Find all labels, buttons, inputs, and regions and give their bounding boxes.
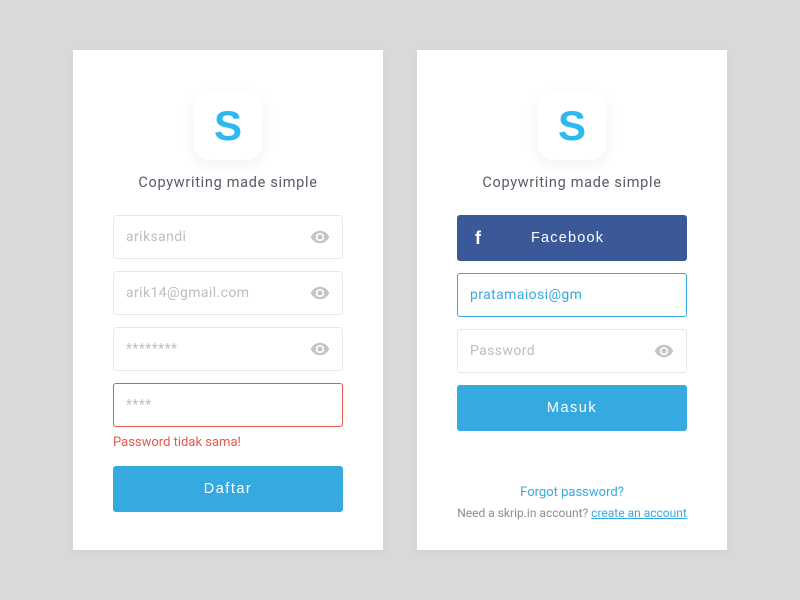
- tagline: Copywriting made simple: [482, 174, 661, 191]
- login-password-placeholder: Password: [470, 343, 654, 359]
- eye-icon[interactable]: [310, 339, 330, 359]
- facebook-label: Facebook: [466, 230, 669, 246]
- email-value: arik14@gmail.com: [126, 285, 310, 301]
- signup-prompt-text: Need a skrip.in account?: [457, 506, 591, 520]
- confirm-password-value: ****: [126, 397, 330, 413]
- signup-card: S Copywriting made simple ariksandi arik…: [73, 50, 383, 550]
- username-field[interactable]: ariksandi: [113, 215, 343, 259]
- facebook-login-button[interactable]: f Facebook: [457, 215, 687, 261]
- eye-icon[interactable]: [654, 341, 674, 361]
- login-email-value: pratamaiosi@gm: [470, 287, 674, 303]
- email-field[interactable]: arik14@gmail.com: [113, 271, 343, 315]
- app-logo: S: [538, 92, 606, 160]
- password-value: ********: [126, 341, 310, 357]
- login-email-field[interactable]: pratamaiosi@gm: [457, 273, 687, 317]
- username-value: ariksandi: [126, 229, 310, 245]
- password-field[interactable]: ********: [113, 327, 343, 371]
- confirm-password-field[interactable]: ****: [113, 383, 343, 427]
- login-button[interactable]: Masuk: [457, 385, 687, 431]
- login-password-field[interactable]: Password: [457, 329, 687, 373]
- forgot-password-link[interactable]: Forgot password?: [520, 485, 624, 500]
- create-account-link[interactable]: create an account: [591, 506, 687, 520]
- app-logo: S: [194, 92, 262, 160]
- logo-s-icon: S: [558, 102, 586, 150]
- tagline: Copywriting made simple: [138, 174, 317, 191]
- signup-prompt: Need a skrip.in account? create an accou…: [457, 506, 687, 520]
- eye-icon[interactable]: [310, 283, 330, 303]
- signup-button[interactable]: Daftar: [113, 466, 343, 512]
- login-card: S Copywriting made simple f Facebook pra…: [417, 50, 727, 550]
- error-message: Password tidak sama!: [113, 435, 343, 450]
- eye-icon[interactable]: [310, 227, 330, 247]
- logo-s-icon: S: [214, 102, 242, 150]
